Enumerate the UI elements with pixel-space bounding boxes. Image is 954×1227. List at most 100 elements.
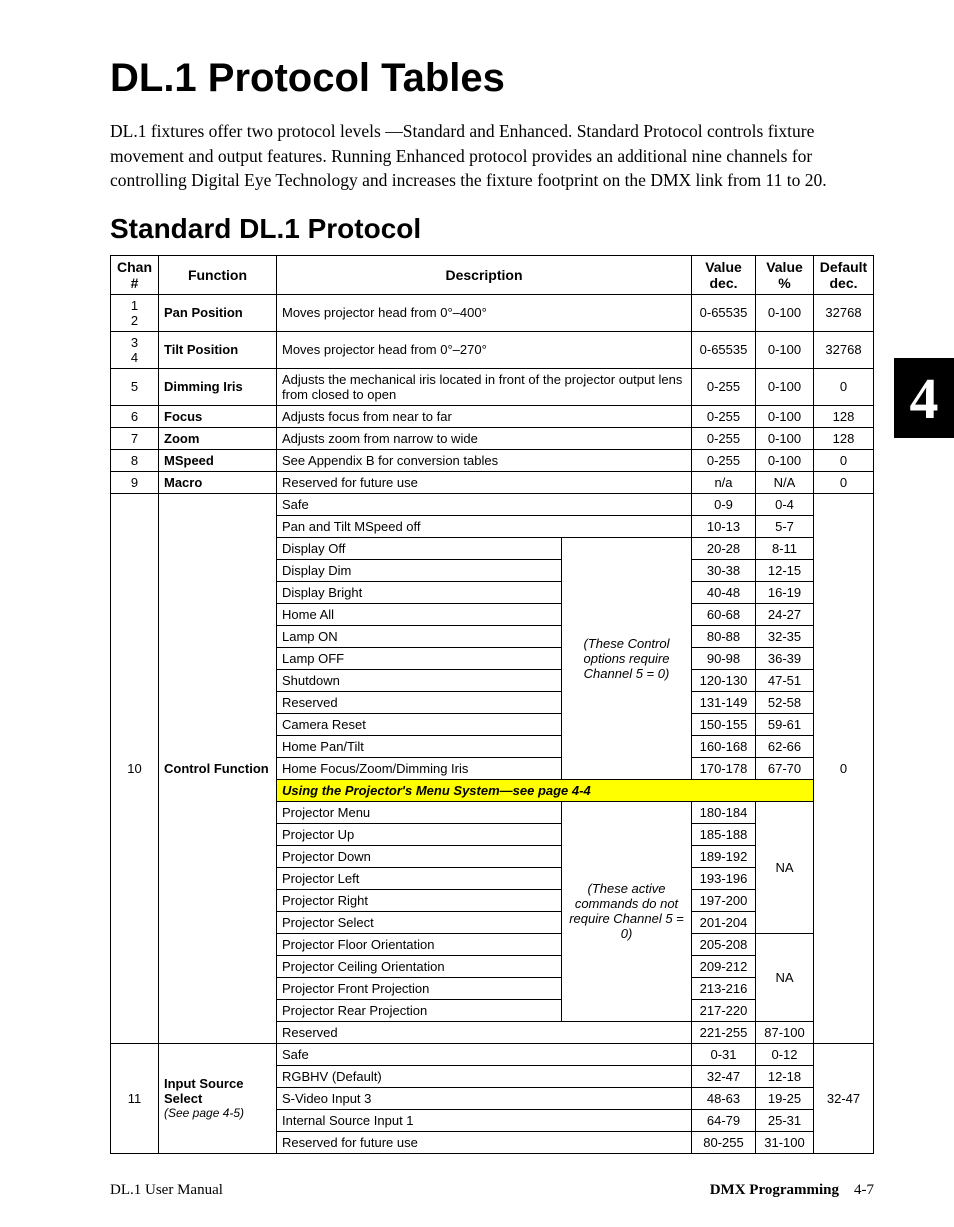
cell-vd: 20-28 bbox=[692, 537, 756, 559]
cell-dd: 0 bbox=[814, 493, 874, 1043]
cell-chan: 7 bbox=[111, 427, 159, 449]
cell-desc: Projector Menu bbox=[277, 801, 562, 823]
cell-vd: 197-200 bbox=[692, 889, 756, 911]
cell-vd: 170-178 bbox=[692, 757, 756, 779]
cell-vd: 201-204 bbox=[692, 911, 756, 933]
cell-vp: NA bbox=[756, 801, 814, 933]
footer-left: DL.1 User Manual bbox=[110, 1182, 223, 1199]
footer-section: DMX Programming bbox=[710, 1182, 839, 1198]
cell-vd: 90-98 bbox=[692, 647, 756, 669]
cell-chan: 8 bbox=[111, 449, 159, 471]
cell-func: MSpeed bbox=[159, 449, 277, 471]
cell-vp: 0-100 bbox=[756, 368, 814, 405]
cell-desc: Display Off bbox=[277, 537, 562, 559]
cell-desc: Projector Left bbox=[277, 867, 562, 889]
cell-vp: 62-66 bbox=[756, 735, 814, 757]
cell-desc: Projector Rear Projection bbox=[277, 999, 562, 1021]
func-label: Input Source Select bbox=[164, 1076, 243, 1106]
cell-desc: Internal Source Input 1 bbox=[277, 1109, 692, 1131]
protocol-table: Chan # Function Description Value dec. V… bbox=[110, 255, 874, 1154]
table-row: 10 Control Function Safe 0-9 0-4 0 bbox=[111, 493, 874, 515]
cell-vd: 0-65535 bbox=[692, 331, 756, 368]
cell-dd: 32-47 bbox=[814, 1043, 874, 1153]
cell-vp: 24-27 bbox=[756, 603, 814, 625]
cell-func: Dimming Iris bbox=[159, 368, 277, 405]
cell-vp: 8-11 bbox=[756, 537, 814, 559]
cell-vd: 221-255 bbox=[692, 1021, 756, 1043]
table-row: 3 4 Tilt Position Moves projector head f… bbox=[111, 331, 874, 368]
cell-chan: 11 bbox=[111, 1043, 159, 1153]
table-row: 8 MSpeed See Appendix B for conversion t… bbox=[111, 449, 874, 471]
page-title: DL.1 Protocol Tables bbox=[110, 56, 874, 101]
cell-desc: Moves projector head from 0°–400° bbox=[277, 294, 692, 331]
cell-dd: 0 bbox=[814, 368, 874, 405]
cell-chan: 10 bbox=[111, 493, 159, 1043]
cell-vd: 193-196 bbox=[692, 867, 756, 889]
cell-vd: n/a bbox=[692, 471, 756, 493]
cell-func: Tilt Position bbox=[159, 331, 277, 368]
cell-vp: 5-7 bbox=[756, 515, 814, 537]
cell-vd: 0-255 bbox=[692, 368, 756, 405]
col-header-default-dec: Default dec. bbox=[814, 255, 874, 294]
cell-note: (These Control options require Channel 5… bbox=[562, 537, 692, 779]
table-row: 7 Zoom Adjusts zoom from narrow to wide … bbox=[111, 427, 874, 449]
cell-vp: 59-61 bbox=[756, 713, 814, 735]
cell-vd: 0-255 bbox=[692, 427, 756, 449]
cell-vd: 189-192 bbox=[692, 845, 756, 867]
cell-vd: 0-65535 bbox=[692, 294, 756, 331]
table-row: 6 Focus Adjusts focus from near to far 0… bbox=[111, 405, 874, 427]
table-row: 11 Input Source Select (See page 4-5) Sa… bbox=[111, 1043, 874, 1065]
cell-desc: Safe bbox=[277, 493, 692, 515]
cell-desc: Reserved bbox=[277, 691, 562, 713]
cell-desc: Display Bright bbox=[277, 581, 562, 603]
cell-dd: 0 bbox=[814, 471, 874, 493]
cell-vp: 0-100 bbox=[756, 405, 814, 427]
cell-vd: 217-220 bbox=[692, 999, 756, 1021]
cell-vd: 180-184 bbox=[692, 801, 756, 823]
cell-desc: Home Pan/Tilt bbox=[277, 735, 562, 757]
cell-vd: 48-63 bbox=[692, 1087, 756, 1109]
footer-right: DMX Programming 4-7 bbox=[710, 1182, 874, 1199]
cell-desc: Projector Floor Orientation bbox=[277, 933, 562, 955]
cell-desc: Projector Right bbox=[277, 889, 562, 911]
section-header-text: Using the Projector's Menu System—see pa… bbox=[277, 779, 814, 801]
section-heading: Standard DL.1 Protocol bbox=[110, 213, 874, 245]
cell-vp: N/A bbox=[756, 471, 814, 493]
cell-vp: 52-58 bbox=[756, 691, 814, 713]
cell-desc: Safe bbox=[277, 1043, 692, 1065]
col-header-value-pct: Value % bbox=[756, 255, 814, 294]
cell-vp: 16-19 bbox=[756, 581, 814, 603]
cell-vp: NA bbox=[756, 933, 814, 1021]
cell-chan: 3 4 bbox=[111, 331, 159, 368]
cell-chan: 1 2 bbox=[111, 294, 159, 331]
cell-chan: 6 bbox=[111, 405, 159, 427]
cell-vd: 60-68 bbox=[692, 603, 756, 625]
cell-vd: 80-88 bbox=[692, 625, 756, 647]
cell-desc: Camera Reset bbox=[277, 713, 562, 735]
table-row: 9 Macro Reserved for future use n/a N/A … bbox=[111, 471, 874, 493]
cell-vd: 0-31 bbox=[692, 1043, 756, 1065]
page-footer: DL.1 User Manual DMX Programming 4-7 bbox=[110, 1182, 874, 1199]
cell-vp: 67-70 bbox=[756, 757, 814, 779]
intro-paragraph: DL.1 fixtures offer two protocol levels … bbox=[110, 119, 874, 193]
cell-vd: 32-47 bbox=[692, 1065, 756, 1087]
cell-vp: 36-39 bbox=[756, 647, 814, 669]
cell-desc: Shutdown bbox=[277, 669, 562, 691]
cell-chan: 9 bbox=[111, 471, 159, 493]
cell-desc: Adjusts focus from near to far bbox=[277, 405, 692, 427]
cell-vp: 0-100 bbox=[756, 449, 814, 471]
cell-desc: Lamp ON bbox=[277, 625, 562, 647]
cell-desc: See Appendix B for conversion tables bbox=[277, 449, 692, 471]
cell-dd: 32768 bbox=[814, 331, 874, 368]
cell-desc: Moves projector head from 0°–270° bbox=[277, 331, 692, 368]
cell-desc: RGBHV (Default) bbox=[277, 1065, 692, 1087]
cell-func: Pan Position bbox=[159, 294, 277, 331]
cell-vp: 19-25 bbox=[756, 1087, 814, 1109]
cell-vp: 31-100 bbox=[756, 1131, 814, 1153]
cell-func: Zoom bbox=[159, 427, 277, 449]
cell-vp: 0-12 bbox=[756, 1043, 814, 1065]
cell-vp: 47-51 bbox=[756, 669, 814, 691]
cell-dd: 32768 bbox=[814, 294, 874, 331]
cell-desc: Home All bbox=[277, 603, 562, 625]
cell-desc: Adjusts the mechanical iris located in f… bbox=[277, 368, 692, 405]
